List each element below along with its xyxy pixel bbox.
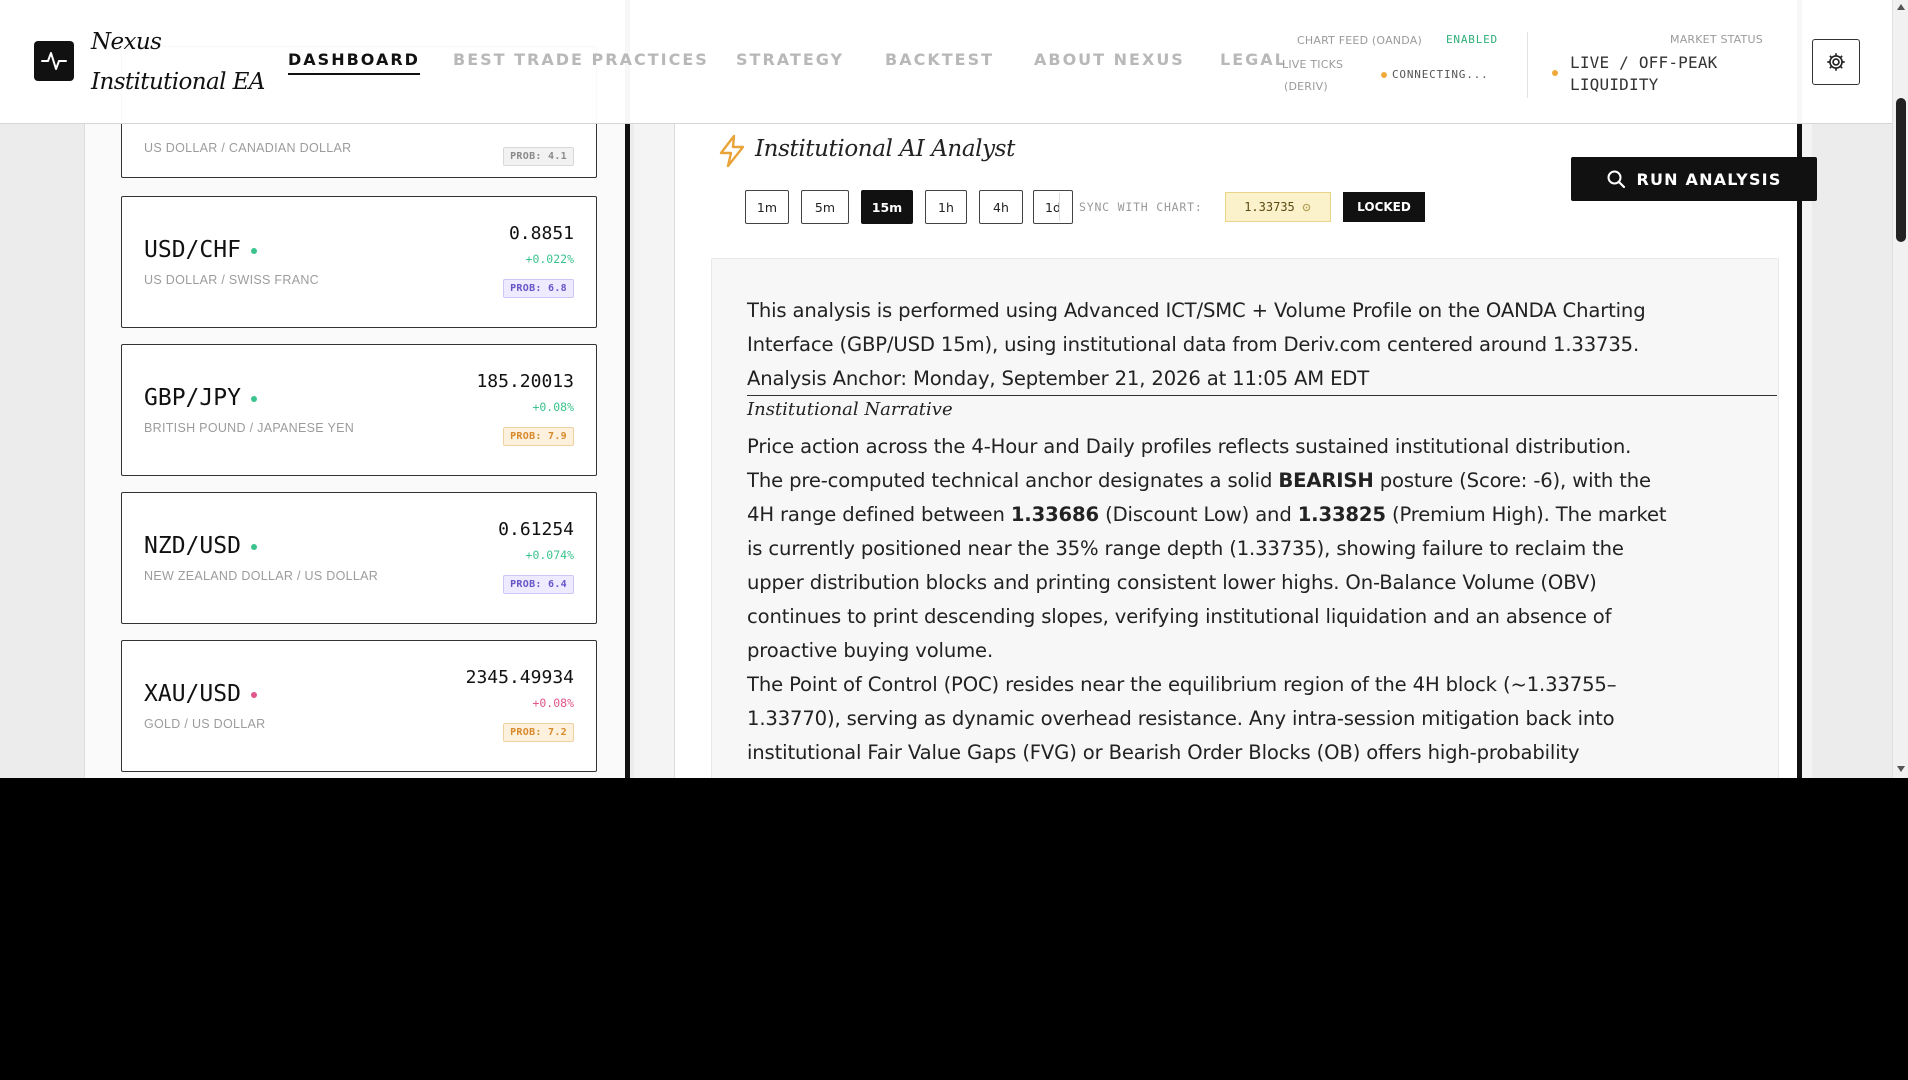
pair-change: +0.08% <box>532 696 574 710</box>
pair-price: 185.20013 <box>476 371 574 392</box>
timeframe-5m[interactable]: 5m <box>801 190 849 224</box>
locked-badge[interactable]: LOCKED <box>1343 192 1425 222</box>
search-icon <box>1607 170 1626 189</box>
pair-full-name: BRITISH POUND / JAPANESE YEN <box>144 421 355 435</box>
timeframe-15m[interactable]: 15m <box>861 190 913 224</box>
page-scrollbar[interactable] <box>1892 0 1908 778</box>
probability-badge: PROB: 7.9 <box>503 427 574 446</box>
probability-badge: PROB: 7.2 <box>503 723 574 742</box>
settings-button[interactable] <box>1812 39 1860 85</box>
analyst-title: Institutional AI Analyst <box>755 136 1015 162</box>
pair-card[interactable]: NZD/USD NEW ZEALAND DOLLAR / US DOLLAR 0.6… <box>121 492 597 624</box>
nav-best-trade-practices[interactable]: BEST TRADE PRACTICES <box>453 50 709 69</box>
timeframe-4h[interactable]: 4h <box>979 190 1023 224</box>
live-ticks-source: (DERIV) <box>1284 80 1328 93</box>
narrative-line: Price action across the 4-Hour and Daily… <box>747 435 1632 458</box>
nav-about-nexus[interactable]: ABOUT NEXUS <box>1034 50 1185 69</box>
probability-badge: PROB: 6.8 <box>503 279 574 298</box>
trend-dot <box>250 691 257 698</box>
pair-change: +0.08% <box>532 400 574 414</box>
discount-low-value: 1.33686 <box>1010 503 1100 526</box>
narrative-line: upper distribution blocks and printing c… <box>747 571 1597 594</box>
trend-dot <box>250 395 257 402</box>
pair-full-name: US DOLLAR / CANADIAN DOLLAR <box>144 141 352 155</box>
scroll-down-arrow[interactable] <box>1897 766 1905 772</box>
pair-full-name: US DOLLAR / SWISS FRANC <box>144 273 319 287</box>
market-status-label: MARKET STATUS <box>1670 33 1763 46</box>
chart-feed-status: ENABLED <box>1446 33 1498 46</box>
narrative-line: The Point of Control (POC) resides near … <box>747 673 1617 696</box>
scrollbar-thumb[interactable] <box>1896 98 1906 242</box>
narrative-line: institutional Fair Value Gaps (FVG) or B… <box>747 741 1580 764</box>
app-viewport: US DOLLAR / CANADIAN DOLLAR PROB: 4.1 USD/… <box>0 0 1908 778</box>
brand-name: Nexus Institutional EA <box>91 29 265 95</box>
intro-line: This analysis is performed using Advance… <box>747 299 1646 322</box>
probability-badge: PROB: 6.4 <box>503 575 574 594</box>
trend-dot <box>250 247 257 254</box>
pair-symbol: USD/CHF <box>144 237 257 263</box>
market-status-dot <box>1552 70 1558 76</box>
pair-price: 0.61254 <box>498 519 574 540</box>
market-status-value: LIVE / OFF-PEAK LIQUIDITY <box>1570 53 1718 94</box>
intro-line: Analysis Anchor: Monday, September 21, 2… <box>747 367 1370 390</box>
narrative-line: The pre-computed technical anchor design… <box>747 469 1651 492</box>
status-dot <box>1381 72 1387 78</box>
pair-symbol: GBP/JPY <box>144 385 257 411</box>
premium-high-value: 1.33825 <box>1297 503 1386 526</box>
pair-price: 2345.49934 <box>465 667 574 688</box>
narrative-line: continues to print descending slopes, ve… <box>747 605 1612 628</box>
live-ticks-status: CONNECTING... <box>1381 68 1489 81</box>
lightning-icon <box>719 134 745 168</box>
narrative-line: 4H range defined between 1.33686 (Discou… <box>747 503 1667 526</box>
divider <box>1527 32 1528 98</box>
nav-strategy[interactable]: STRATEGY <box>736 50 844 69</box>
pair-symbol: XAU/USD <box>144 681 257 707</box>
live-ticks-label: LIVE TICKS <box>1282 58 1344 71</box>
pair-card[interactable]: GBP/JPY BRITISH POUND / JAPANESE YEN 185.2… <box>121 344 597 476</box>
pair-card[interactable]: USD/CHF US DOLLAR / SWISS FRANC 0.8851 +0.0… <box>121 196 597 328</box>
run-analysis-button[interactable]: RUN ANALYSIS <box>1571 157 1817 201</box>
pair-card[interactable]: XAU/USD GOLD / US DOLLAR 2345.49934 +0.08% P… <box>121 640 597 772</box>
bias-label: BEARISH <box>1278 469 1374 492</box>
intro-line: Interface (GBP/USD 15m), using instituti… <box>747 333 1640 356</box>
probability-badge: PROB: 4.1 <box>503 147 574 166</box>
analysis-intro: This analysis is performed using Advance… <box>747 294 1771 396</box>
sync-with-chart-label: SYNC WITH CHART: <box>1079 200 1203 214</box>
narrative-line: is currently positioned near the 35% ran… <box>747 537 1624 560</box>
pair-change: +0.074% <box>525 548 574 562</box>
narrative-line: 1.33770), serving as dynamic overhead re… <box>747 707 1615 730</box>
logo[interactable] <box>34 41 74 81</box>
sync-value: 1.33735 <box>1244 200 1295 214</box>
nav-backtest[interactable]: BACKTEST <box>885 50 994 69</box>
gear-icon <box>1827 53 1845 71</box>
pair-full-name: GOLD / US DOLLAR <box>144 717 266 731</box>
pulse-icon <box>41 52 67 70</box>
timeframe-1m[interactable]: 1m <box>745 190 789 224</box>
narrative-paragraph-2: The Point of Control (POC) resides near … <box>747 668 1771 770</box>
nav-dashboard[interactable]: DASHBOARD <box>288 50 420 75</box>
trend-dot <box>250 543 257 550</box>
run-analysis-label: RUN ANALYSIS <box>1636 169 1782 189</box>
narrative-paragraph-1: Price action across the 4-Hour and Daily… <box>747 430 1771 668</box>
timeframe-1d[interactable]: 1d <box>1033 190 1073 224</box>
narrative-line: proactive buying volume. <box>747 639 994 662</box>
pair-full-name: NEW ZEALAND DOLLAR / US DOLLAR <box>144 569 379 583</box>
pair-price: 0.8851 <box>508 223 574 244</box>
timeframe-1h[interactable]: 1h <box>925 190 967 224</box>
pair-change: +0.022% <box>525 252 574 266</box>
nav-legal[interactable]: LEGAL <box>1220 50 1287 69</box>
top-navbar: Nexus Institutional EA DASHBOARD BEST TRA… <box>0 0 1892 124</box>
narrative-heading: Institutional Narrative <box>747 399 953 420</box>
sync-value-badge[interactable]: 1.33735 <box>1225 192 1331 222</box>
scroll-up-arrow[interactable] <box>1897 4 1905 10</box>
section-divider <box>747 395 1777 396</box>
chart-feed-label: CHART FEED (OANDA) <box>1297 34 1422 47</box>
pair-symbol: NZD/USD <box>144 533 257 559</box>
gear-small-icon <box>1302 203 1311 211</box>
